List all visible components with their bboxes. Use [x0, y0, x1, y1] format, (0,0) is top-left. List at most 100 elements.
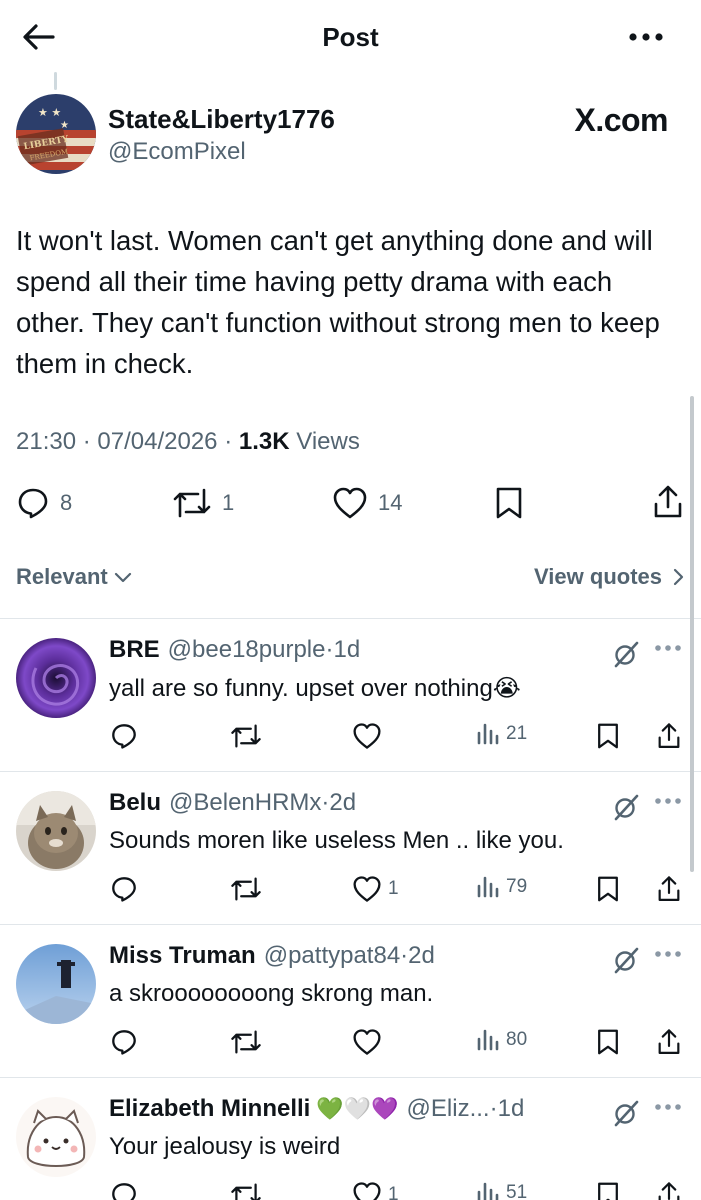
reply-share-button[interactable] — [656, 1181, 682, 1200]
views-label: Views — [296, 428, 360, 455]
repost-button[interactable]: 1 — [172, 486, 234, 520]
reply-author-handle[interactable]: @pattypat84 — [264, 942, 400, 970]
reply-item[interactable]: Belu @BelenHRMx · 2d Sounds moren like u… — [0, 771, 701, 923]
more-button[interactable] — [626, 22, 666, 52]
name-emoji: 💚🤍💜 — [316, 1096, 399, 1121]
reply-views[interactable]: 80 — [476, 1028, 527, 1052]
heart-icon — [353, 1029, 381, 1055]
bookmark-icon — [598, 876, 618, 902]
post-meta: 21:30 · 07/04/2026 · 1.3K Views — [16, 428, 360, 456]
reply-icon — [112, 1183, 136, 1200]
reply-icon — [112, 1030, 136, 1055]
share-icon — [658, 723, 680, 748]
reply-icon — [112, 877, 136, 902]
reply-views-count: 79 — [506, 876, 528, 897]
grok-icon[interactable] — [612, 946, 640, 974]
reply-count: 8 — [60, 490, 73, 515]
author-name[interactable]: State&Liberty1776 — [108, 104, 335, 135]
reply-views[interactable]: 21 — [476, 722, 527, 746]
reply-button[interactable]: 8 — [16, 486, 72, 520]
reply-text: a skroooooooong skrong man. — [109, 980, 434, 1007]
grok-icon[interactable] — [612, 793, 640, 821]
reply-text: Your jealousy is weird — [109, 1133, 341, 1160]
reply-views-count: 80 — [506, 1029, 528, 1050]
reply-bookmark-button[interactable] — [596, 1181, 620, 1200]
analytics-icon — [477, 876, 499, 898]
share-icon — [658, 1029, 680, 1054]
reply-author-handle[interactable]: @bee18purple — [168, 636, 326, 664]
reply-like-button[interactable]: 1 — [352, 1181, 399, 1200]
meta-separator: · — [224, 428, 239, 455]
reply-item[interactable]: Miss Truman @pattypat84 · 2d a skroooooo… — [0, 924, 701, 1076]
reply-views-count: 51 — [506, 1182, 528, 1200]
reply-author-handle[interactable]: @BelenHRMx — [169, 789, 321, 817]
bookmark-button[interactable] — [494, 486, 524, 520]
analytics-icon — [477, 1182, 499, 1200]
reply-like-button[interactable]: 1 — [352, 875, 399, 903]
grok-icon[interactable] — [612, 640, 640, 668]
more-horizontal-icon[interactable] — [654, 1103, 682, 1111]
reply-views[interactable]: 51 — [476, 1181, 527, 1200]
reply-views[interactable]: 79 — [476, 875, 527, 899]
more-horizontal-icon[interactable] — [654, 644, 682, 652]
reply-author-name[interactable]: Elizabeth Minnelli — [109, 1095, 310, 1123]
more-horizontal-icon[interactable] — [654, 950, 682, 958]
reply-reply-button[interactable] — [110, 1181, 138, 1200]
share-icon — [658, 1182, 680, 1200]
reply-time: 1d — [333, 636, 361, 663]
avatar[interactable] — [16, 791, 96, 871]
replies-sort-bar: Relevant View quotes — [16, 560, 684, 594]
reply-like-button[interactable] — [352, 1028, 388, 1056]
reply-author-handle[interactable]: @Eliz... — [407, 1095, 490, 1123]
heart-icon — [353, 723, 381, 749]
reply-repost-button[interactable] — [230, 875, 262, 903]
bookmark-icon — [598, 1029, 618, 1055]
reply-repost-button[interactable] — [230, 1181, 262, 1200]
reply-reply-button[interactable] — [110, 1028, 138, 1056]
reply-reply-button[interactable] — [110, 875, 138, 903]
reply-author-name[interactable]: Belu — [109, 789, 161, 817]
share-button[interactable] — [652, 484, 684, 520]
scrollbar[interactable] — [690, 396, 694, 872]
post-actions: 8 1 14 — [0, 482, 701, 526]
reply-like-button[interactable] — [352, 722, 388, 750]
bookmark-icon — [496, 487, 522, 519]
like-button[interactable]: 14 — [332, 486, 402, 520]
page-title: Post — [322, 22, 379, 52]
relevant-label: Relevant — [16, 564, 108, 589]
avatar[interactable]: ★ ★ ★ LIBERTY FREEDOM — [16, 94, 96, 174]
reply-header: Belu @BelenHRMx · 2d — [109, 789, 356, 817]
reply-share-button[interactable] — [656, 722, 682, 750]
grok-icon[interactable] — [612, 1099, 640, 1127]
reply-author-name[interactable]: BRE — [109, 636, 160, 664]
avatar[interactable] — [16, 944, 96, 1024]
reply-bookmark-button[interactable] — [596, 1028, 620, 1056]
author-handle[interactable]: @EcomPixel — [108, 138, 246, 166]
heart-icon — [333, 487, 367, 519]
views-count[interactable]: 1.3K — [239, 428, 290, 455]
meta-separator: · — [325, 636, 334, 663]
reply-reply-button[interactable] — [110, 722, 138, 750]
reply-item[interactable]: Elizabeth Minnelli 💚🤍💜 @Eliz... · 1d You… — [0, 1077, 701, 1200]
reply-repost-button[interactable] — [230, 1028, 262, 1056]
bookmark-icon — [598, 723, 618, 749]
view-quotes-label: View quotes — [534, 564, 662, 589]
reply-time: 1d — [497, 1095, 525, 1122]
avatar[interactable] — [16, 1097, 96, 1177]
reply-share-button[interactable] — [656, 1028, 682, 1056]
reply-author-name[interactable]: Miss Truman — [109, 942, 256, 970]
view-quotes-link[interactable]: View quotes — [534, 564, 684, 590]
reply-text: Sounds moren like useless Men .. like yo… — [109, 827, 564, 854]
more-horizontal-icon[interactable] — [654, 797, 682, 805]
avatar[interactable] — [16, 638, 96, 718]
repost-icon — [231, 724, 261, 748]
reply-bookmark-button[interactable] — [596, 875, 620, 903]
reply-item[interactable]: BRE @bee18purple · 1d yall are so funny.… — [0, 618, 701, 770]
reply-repost-button[interactable] — [230, 722, 262, 750]
reply-share-button[interactable] — [656, 875, 682, 903]
heart-icon — [353, 876, 381, 902]
relevant-dropdown[interactable]: Relevant — [16, 564, 132, 590]
reply-header: Elizabeth Minnelli 💚🤍💜 @Eliz... · 1d — [109, 1095, 524, 1123]
reply-bookmark-button[interactable] — [596, 722, 620, 750]
post-text: It won't last. Women can't get anything … — [16, 225, 660, 379]
